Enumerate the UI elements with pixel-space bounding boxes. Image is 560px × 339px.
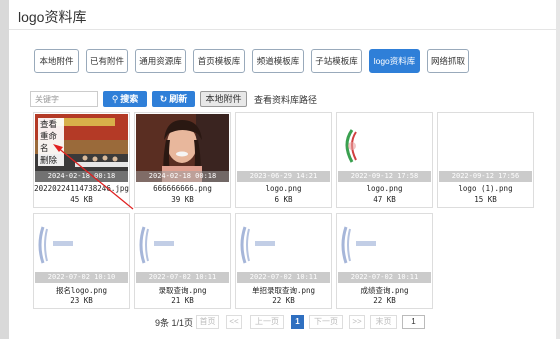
search-button[interactable]: ⚲ 搜索 <box>103 91 147 107</box>
refresh-button[interactable]: ↻ 刷新 <box>152 91 195 107</box>
pagination-summary: 9条 1/1页 <box>155 318 194 328</box>
file-grid: 2024-02-18 00:18 查看 重命名 删除 2022022411473… <box>33 112 463 310</box>
next-page-button[interactable]: 下一页 <box>309 315 343 329</box>
title-divider <box>9 29 556 30</box>
local-attachments-button[interactable]: 本地附件 <box>200 91 247 107</box>
tab-subsite-templates[interactable]: 子站模板库 <box>311 49 362 73</box>
current-page-button[interactable]: 1 <box>291 315 304 329</box>
tab-local-attachments[interactable]: 本地附件 <box>34 49 79 73</box>
tab-logo-library[interactable]: logo资料库 <box>369 49 420 73</box>
view-library-path-link[interactable]: 查看资料库路径 <box>254 93 317 106</box>
tab-existing-attachments[interactable]: 已有附件 <box>86 49 128 73</box>
refresh-button-label: 刷新 <box>169 94 188 104</box>
next-arrow-button[interactable]: >> <box>349 315 365 329</box>
prev-arrow-button[interactable]: << <box>226 315 242 329</box>
file-size: 15 KB <box>474 195 497 204</box>
tab-common-library[interactable]: 通用资源库 <box>135 49 186 73</box>
right-scroll-edge <box>556 0 560 339</box>
search-button-label: 搜索 <box>120 94 139 104</box>
refresh-icon: ↻ <box>159 94 168 104</box>
toolbar: 关键字 ⚲ 搜索 ↻ 刷新 本地附件 查看资料库路径 <box>30 91 530 107</box>
file-name: logo (1).png <box>458 184 513 193</box>
file-card[interactable]: 2022-09-12 17:56 logo (1).png 15 KB <box>437 112 534 208</box>
tab-channel-templates[interactable]: 频道模板库 <box>252 49 304 73</box>
annotation-arrow <box>53 144 134 210</box>
tab-home-templates[interactable]: 首页模板库 <box>193 49 245 73</box>
file-date: 2022-09-12 17:56 <box>439 171 532 182</box>
last-page-button[interactable]: 末页 <box>370 315 397 329</box>
prev-page-button[interactable]: 上一页 <box>250 315 284 329</box>
first-page-button[interactable]: 首页 <box>196 315 219 329</box>
search-icon: ⚲ <box>111 94 119 104</box>
search-input[interactable]: 关键字 <box>30 91 98 107</box>
page-title: logo资料库 <box>18 9 87 25</box>
left-scroll-edge <box>0 0 9 339</box>
tab-web-fetch[interactable]: 网络抓取 <box>427 49 469 73</box>
page-number-input[interactable]: 1 <box>402 315 425 329</box>
file-thumbnail: 2022-09-12 17:56 <box>439 114 532 182</box>
